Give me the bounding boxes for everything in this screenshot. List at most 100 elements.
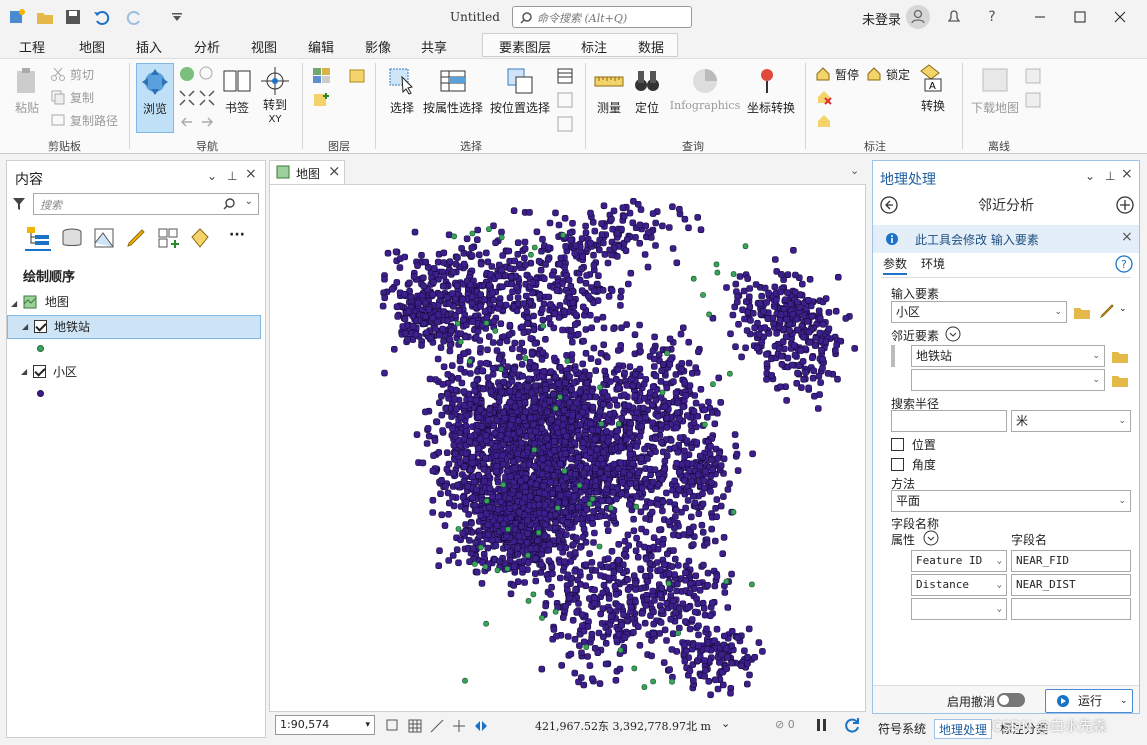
sync-icon[interactable] xyxy=(1024,67,1042,85)
field-attr-select-1[interactable]: Feature ID ⌄ xyxy=(911,550,1007,572)
remove-offline-icon[interactable] xyxy=(1024,91,1042,109)
close-icon[interactable] xyxy=(1108,6,1132,28)
list-by-labeling-icon[interactable] xyxy=(189,227,211,249)
pencil-icon[interactable] xyxy=(1099,304,1117,318)
tab-analysis[interactable]: 分析 xyxy=(194,37,220,56)
pin-pane-icon[interactable]: ⊥ xyxy=(1105,169,1115,183)
tab-project[interactable]: 工程 xyxy=(19,37,45,56)
label-priority-icon[interactable] xyxy=(816,113,834,131)
tab-symbology[interactable]: 符号系统 xyxy=(874,719,930,739)
angle-checkbox[interactable] xyxy=(891,458,904,471)
layer-visibility-checkbox[interactable] xyxy=(34,320,47,333)
tab-overflow-icon[interactable]: ⌄ xyxy=(850,164,859,177)
login-status[interactable]: 未登录 xyxy=(862,9,901,28)
field-name-input-2[interactable]: NEAR_DIST xyxy=(1011,574,1131,596)
goto-xy-button[interactable]: 转到 XY xyxy=(258,65,292,126)
tree-map-node[interactable]: ◢ 地图 xyxy=(11,291,69,313)
pause-labeling-button[interactable]: 暂停 xyxy=(815,65,859,85)
location-checkbox[interactable] xyxy=(891,438,904,451)
location-option[interactable]: 位置 xyxy=(891,436,936,453)
snapping-icon[interactable] xyxy=(429,718,445,734)
lock-labels-button[interactable]: 锁定 xyxy=(866,65,910,85)
pause-drawing-icon[interactable] xyxy=(815,717,829,733)
scale-selector[interactable]: 1:90,574 ▾ xyxy=(275,715,375,735)
pin-pane-icon[interactable]: ⊥ xyxy=(227,169,237,183)
pane-menu-icon[interactable]: ⌄ xyxy=(207,169,217,183)
edit-dropdown-icon[interactable]: ⌄ xyxy=(1119,304,1127,314)
help-icon[interactable]: ? xyxy=(980,6,1004,28)
folder-icon[interactable] xyxy=(1073,305,1091,319)
field-name-input-3[interactable] xyxy=(1011,598,1131,620)
community-symbol[interactable] xyxy=(37,390,44,397)
tab-insert[interactable]: 插入 xyxy=(136,37,162,56)
open-icon[interactable] xyxy=(36,8,54,26)
tab-environments[interactable]: 环境 xyxy=(921,255,945,272)
map-canvas[interactable] xyxy=(269,184,866,712)
field-name-input-1[interactable]: NEAR_FID xyxy=(1011,550,1131,572)
refresh-icon[interactable] xyxy=(843,716,861,734)
attributes-icon[interactable] xyxy=(556,67,574,85)
redo-icon[interactable] xyxy=(126,8,144,26)
save-icon[interactable] xyxy=(64,8,82,26)
convert-labels-button[interactable]: A 转换 xyxy=(914,63,952,114)
coords-dropdown-icon[interactable]: ⌄ xyxy=(721,717,730,730)
filter-icon[interactable] xyxy=(12,197,26,211)
layer-visibility-checkbox[interactable] xyxy=(33,365,46,378)
maximize-icon[interactable] xyxy=(1068,6,1092,28)
close-banner-icon[interactable]: × xyxy=(1121,229,1133,245)
basemap-icon[interactable] xyxy=(312,67,332,85)
explore-button[interactable]: 浏览 xyxy=(136,63,174,133)
convert-coordinates-button[interactable]: 坐标转换 xyxy=(745,65,797,116)
list-by-source-icon[interactable] xyxy=(61,227,83,249)
add-graphics-layer-icon[interactable] xyxy=(312,91,332,109)
tab-share[interactable]: 共享 xyxy=(421,37,447,56)
list-by-selection-icon[interactable] xyxy=(93,227,115,249)
list-by-draw-order-icon[interactable] xyxy=(25,225,51,251)
previous-extent-icon[interactable] xyxy=(178,113,196,131)
collapse-icon[interactable] xyxy=(923,530,939,546)
cut-button[interactable]: 剪切 xyxy=(50,65,94,85)
bookmarks-button[interactable]: 书签 xyxy=(220,65,254,116)
command-search[interactable]: 命令搜索 (Alt+Q) xyxy=(512,6,692,28)
tab-map-view[interactable]: 地图 × xyxy=(269,160,345,184)
constraints-icon[interactable] xyxy=(451,718,467,734)
grid-icon[interactable] xyxy=(407,718,423,734)
pane-menu-icon[interactable]: ⌄ xyxy=(1085,169,1095,183)
correction-icon[interactable] xyxy=(473,718,489,734)
angle-option[interactable]: 角度 xyxy=(891,456,936,473)
folder-icon[interactable] xyxy=(1111,373,1129,387)
tab-imagery[interactable]: 影像 xyxy=(365,37,391,56)
input-features-select[interactable]: 小区 ⌄ xyxy=(891,301,1067,323)
undo-icon[interactable] xyxy=(92,8,110,26)
more-options-icon[interactable]: ··· xyxy=(229,227,245,243)
method-select[interactable]: 平面 ⌄ xyxy=(891,490,1131,512)
copy-path-button[interactable]: 复制路径 xyxy=(50,111,118,131)
subway-symbol[interactable] xyxy=(37,345,44,352)
full-extent-icon[interactable] xyxy=(178,65,196,83)
unplaced-labels-icon[interactable] xyxy=(816,89,834,107)
close-tab-icon[interactable]: × xyxy=(328,162,341,180)
zoom-to-selection-icon[interactable] xyxy=(556,115,574,133)
add-tool-icon[interactable] xyxy=(1115,195,1135,215)
add-data-icon[interactable] xyxy=(348,67,366,85)
copy-button[interactable]: 复制 xyxy=(50,88,94,108)
measure-button[interactable]: 测量 xyxy=(590,65,628,116)
search-radius-input[interactable] xyxy=(891,410,1007,432)
near-features-select-1[interactable]: 地铁站 ⌄ xyxy=(911,345,1105,367)
avatar[interactable] xyxy=(906,5,930,29)
fixed-zoom-in-icon[interactable] xyxy=(198,65,216,83)
next-extent-icon[interactable] xyxy=(198,113,216,131)
tab-feature-layer[interactable]: 要素图层 xyxy=(499,37,551,56)
run-button[interactable]: 运行 ⌄ xyxy=(1045,689,1133,713)
close-pane-icon[interactable]: × xyxy=(1121,166,1133,182)
paste-button[interactable]: 粘贴 xyxy=(10,65,44,116)
select-by-location-button[interactable]: 按位置选择 xyxy=(488,65,552,116)
clear-selection-icon[interactable] xyxy=(556,91,574,109)
undo-toggle[interactable] xyxy=(997,693,1025,707)
close-pane-icon[interactable]: × xyxy=(245,166,257,182)
download-map-button[interactable]: 下载地图 xyxy=(968,65,1022,116)
minimize-icon[interactable] xyxy=(1028,6,1052,28)
notification-icon[interactable] xyxy=(942,6,966,28)
zoom-in-arrows-icon[interactable] xyxy=(198,89,216,107)
tab-parameters[interactable]: 参数 xyxy=(883,255,908,275)
